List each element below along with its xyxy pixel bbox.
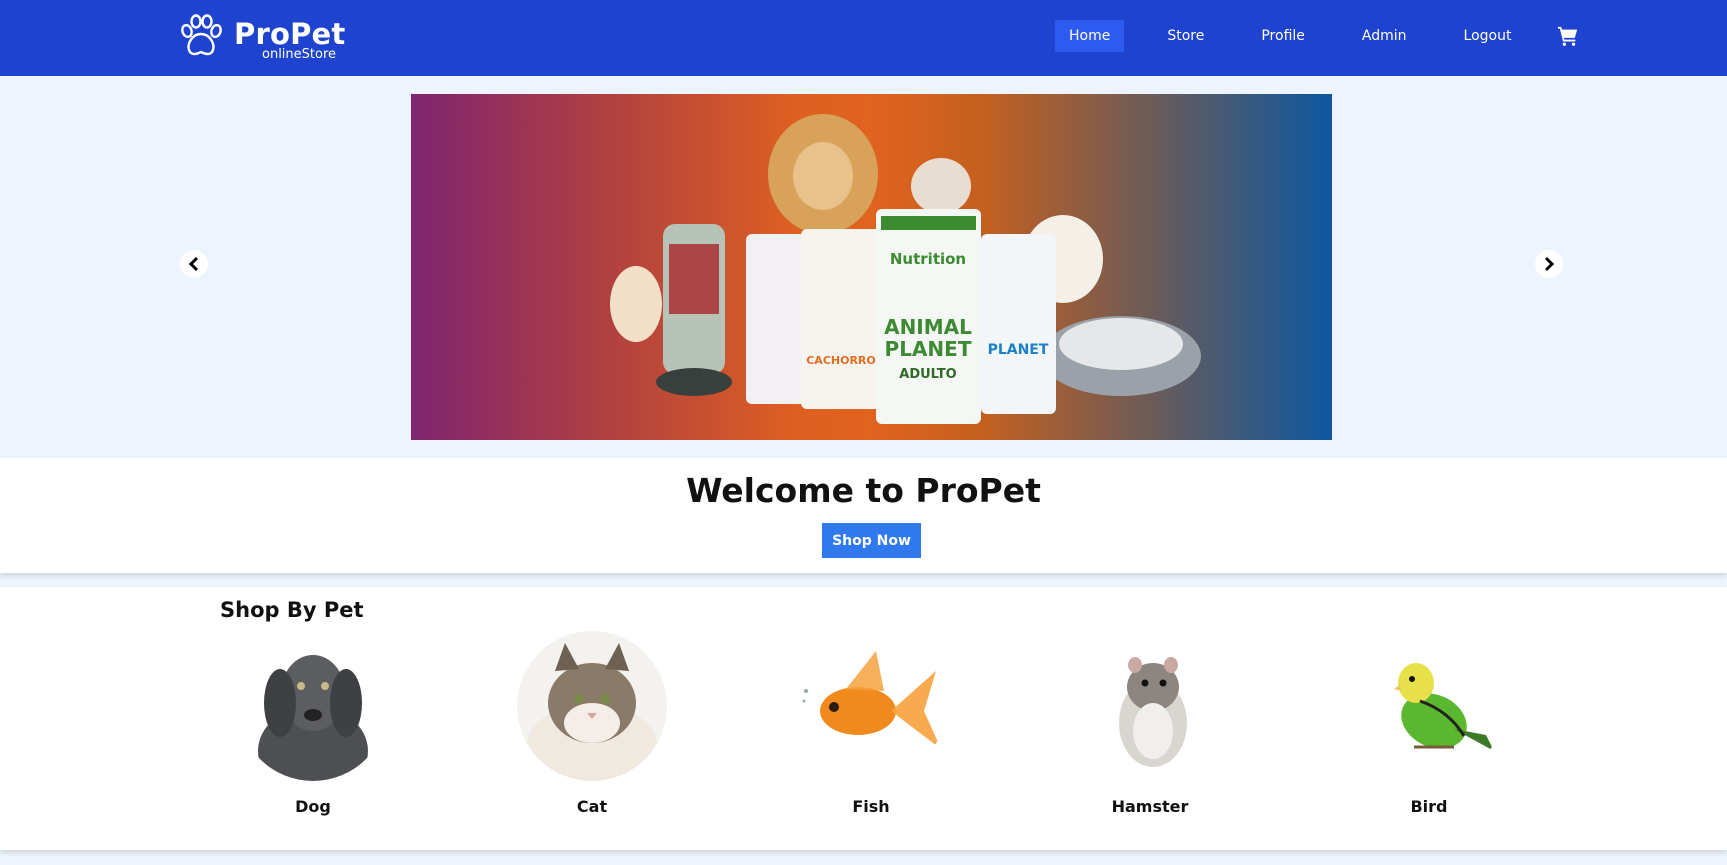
cart-icon[interactable]: [1557, 25, 1579, 47]
nav-store[interactable]: Store: [1153, 20, 1218, 52]
nav-logout[interactable]: Logout: [1450, 20, 1526, 52]
pet-card-bird[interactable]: Bird: [1344, 631, 1514, 831]
nav-admin[interactable]: Admin: [1348, 20, 1421, 52]
pet-label: Bird: [1410, 797, 1448, 816]
brand-logo-link[interactable]: ProPet onlineStore: [178, 14, 346, 62]
nav-profile[interactable]: Profile: [1247, 20, 1319, 52]
hamster-image[interactable]: [1075, 631, 1225, 781]
main-nav: Home Store Profile Admin Logout: [1055, 20, 1579, 52]
pet-card-fish[interactable]: Fish: [786, 631, 956, 831]
navbar: ProPet onlineStore Home Store Profile Ad…: [0, 0, 1727, 76]
carousel-prev-button[interactable]: [180, 250, 208, 278]
bird-image[interactable]: [1354, 631, 1504, 781]
shop-by-pet-section: Shop By Pet Dog Cat Fish Hamster Bird: [0, 587, 1727, 850]
welcome-section: Welcome to ProPet Shop Now: [0, 458, 1727, 573]
shop-now-button[interactable]: Shop Now: [822, 523, 921, 558]
brand-text: ProPet onlineStore: [234, 14, 346, 62]
carousel-slide-image: CACHORRO Nutrition ANIMAL PLANET ADULTO …: [411, 94, 1332, 440]
pet-food-banner: CACHORRO Nutrition ANIMAL PLANET ADULTO …: [610, 114, 1201, 424]
svg-text:ANIMAL: ANIMAL: [884, 315, 972, 339]
cat-image[interactable]: [517, 631, 667, 781]
chevron-left-icon: [188, 256, 199, 272]
svg-text:ADULTO: ADULTO: [899, 367, 956, 382]
welcome-title: Welcome to ProPet: [686, 471, 1041, 510]
dog-image[interactable]: [238, 631, 388, 781]
svg-text:PLANET: PLANET: [885, 337, 972, 361]
svg-text:Nutrition: Nutrition: [890, 250, 966, 268]
paw-icon: [181, 14, 222, 56]
pet-card-cat[interactable]: Cat: [507, 631, 677, 831]
svg-text:CACHORRO: CACHORRO: [806, 354, 876, 367]
brand-subtitle: onlineStore: [262, 47, 337, 62]
brand-name: ProPet: [234, 17, 346, 51]
pet-label: Dog: [295, 797, 331, 816]
svg-text:PLANET: PLANET: [988, 342, 1049, 358]
fish-image[interactable]: [796, 631, 946, 781]
hero-carousel: CACHORRO Nutrition ANIMAL PLANET ADULTO …: [0, 76, 1727, 458]
pet-card-dog[interactable]: Dog: [228, 631, 398, 831]
pet-label: Fish: [852, 797, 890, 816]
section-title: Shop By Pet: [220, 598, 364, 622]
chevron-right-icon: [1544, 256, 1555, 272]
carousel-next-button[interactable]: [1535, 250, 1563, 278]
pet-label: Hamster: [1111, 797, 1189, 816]
nav-home[interactable]: Home: [1055, 20, 1125, 52]
pet-card-hamster[interactable]: Hamster: [1065, 631, 1235, 831]
pet-label: Cat: [576, 797, 608, 816]
